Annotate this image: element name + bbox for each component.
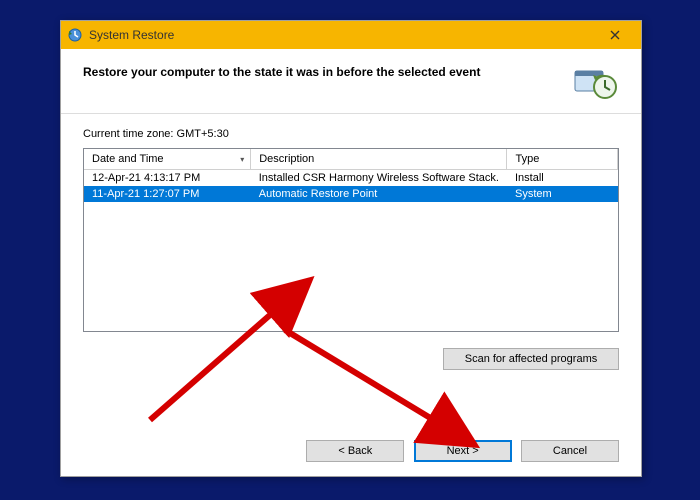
restore-large-icon	[571, 63, 619, 103]
cell-type: Install	[507, 170, 618, 187]
col-type-label: Type	[515, 153, 539, 165]
table-header-row: Date and Time ▾ Description Type	[84, 149, 618, 170]
cell-date: 12-Apr-21 4:13:17 PM	[84, 170, 251, 187]
footer-buttons: < Back Next > Cancel	[300, 440, 619, 462]
table-row[interactable]: 12-Apr-21 4:13:17 PM Installed CSR Harmo…	[84, 170, 618, 187]
col-type[interactable]: Type	[507, 149, 618, 170]
next-button[interactable]: Next >	[414, 440, 512, 462]
timezone-label: Current time zone: GMT+5:30	[83, 128, 619, 140]
system-restore-dialog: System Restore Restore your computer to …	[60, 20, 642, 477]
cancel-button[interactable]: Cancel	[521, 440, 619, 462]
restore-points-table[interactable]: Date and Time ▾ Description Type 12-Apr-…	[83, 148, 619, 332]
titlebar: System Restore	[61, 21, 641, 49]
col-date-label: Date and Time	[92, 153, 164, 165]
page-heading: Restore your computer to the state it wa…	[83, 63, 571, 79]
col-desc-label: Description	[259, 153, 314, 165]
scan-row: Scan for affected programs	[61, 338, 641, 370]
close-icon	[610, 30, 620, 40]
scan-affected-button[interactable]: Scan for affected programs	[443, 348, 619, 370]
cell-desc: Automatic Restore Point	[251, 186, 507, 202]
restore-icon	[67, 27, 83, 43]
col-description[interactable]: Description	[251, 149, 507, 170]
close-button[interactable]	[595, 24, 635, 46]
col-date[interactable]: Date and Time ▾	[84, 149, 251, 170]
cell-date: 11-Apr-21 1:27:07 PM	[84, 186, 251, 202]
header: Restore your computer to the state it wa…	[61, 49, 641, 114]
back-button[interactable]: < Back	[306, 440, 404, 462]
cell-type: System	[507, 186, 618, 202]
table-row[interactable]: 11-Apr-21 1:27:07 PM Automatic Restore P…	[84, 186, 618, 202]
window-title: System Restore	[89, 28, 595, 42]
cell-desc: Installed CSR Harmony Wireless Software …	[251, 170, 507, 187]
sort-desc-icon: ▾	[240, 155, 244, 164]
body: Current time zone: GMT+5:30 Date and Tim…	[61, 114, 641, 338]
